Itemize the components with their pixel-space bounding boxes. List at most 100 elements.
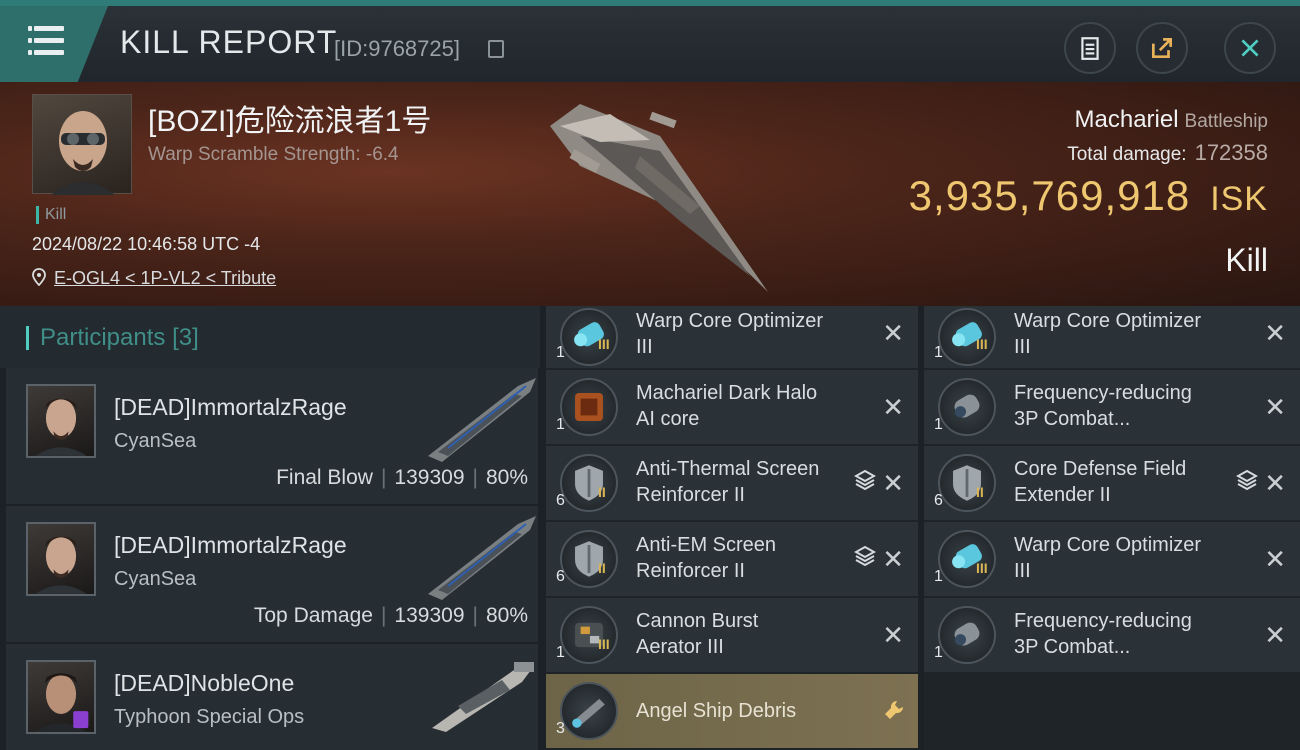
x-icon[interactable]: ✕ — [1264, 318, 1286, 349]
x-icon[interactable]: ✕ — [1264, 544, 1286, 575]
layers-icon[interactable] — [1236, 468, 1258, 492]
participant-row[interactable]: [DEAD]ImmortalzRage CyanSea Final Blow | 1… — [6, 368, 538, 504]
x-icon[interactable]: ✕ — [1264, 468, 1286, 499]
combat-module-icon — [938, 378, 996, 436]
total-damage-label: Total damage: — [1067, 144, 1187, 165]
participant-stats: Final Blow | 139309 | 80% — [276, 466, 528, 489]
x-icon[interactable]: ✕ — [882, 318, 904, 349]
participants-count: [3] — [172, 324, 199, 351]
x-icon[interactable]: ✕ — [1264, 620, 1286, 651]
module-name: Frequency-reducing 3P Combat... — [1014, 382, 1192, 430]
clipboard-button[interactable] — [1064, 22, 1116, 74]
victim-ship: Machariel Battleship — [1075, 106, 1269, 134]
isk-amount: 3,935,769,918 — [908, 172, 1191, 219]
participant-row[interactable]: [DEAD]NobleOne Typhoon Special Ops — [6, 644, 538, 750]
total-damage-value: 172358 — [1194, 140, 1268, 165]
menu-button[interactable] — [0, 6, 108, 82]
participant-corp: Typhoon Special Ops — [114, 706, 305, 728]
ai-core-icon — [560, 378, 618, 436]
participant-ship-icon — [432, 662, 534, 732]
module-item[interactable]: 1 III Cannon Burst Aerator III ✕ — [546, 598, 918, 674]
kill-datetime: 2024/08/22 10:46:58 UTC -4 — [32, 234, 261, 254]
accent-bar — [26, 326, 29, 350]
victim-name: [BOZI]危险流浪者1号 — [148, 105, 432, 138]
participant-avatar[interactable] — [26, 660, 96, 734]
x-icon[interactable]: ✕ — [882, 392, 904, 423]
participant-role: Top Damage — [253, 604, 373, 627]
module-item[interactable]: 6 II Anti-Thermal Screen Reinforcer II ✕ — [546, 446, 918, 522]
combat-module-icon — [938, 606, 996, 664]
participant-corp: CyanSea — [114, 568, 197, 590]
module-item[interactable]: 1 Frequency-reducing 3P Combat... ✕ — [924, 370, 1300, 446]
ship-class: Battleship — [1184, 111, 1268, 132]
x-icon[interactable]: ✕ — [882, 544, 904, 575]
empty-slot — [924, 672, 1300, 750]
participant-ship-icon — [428, 516, 536, 600]
layers-icon[interactable] — [854, 544, 876, 568]
participant-avatar[interactable] — [26, 522, 96, 596]
module-name: Warp Core Optimizer III — [1014, 310, 1202, 358]
participant-stats: Top Damage | 139309 | 80% — [253, 604, 528, 627]
share-button[interactable] — [1136, 22, 1188, 74]
share-icon — [1151, 37, 1173, 59]
x-icon[interactable]: ✕ — [1264, 392, 1286, 423]
debris-icon — [560, 682, 618, 740]
module-item[interactable]: 6 II Anti-EM Screen Reinforcer II ✕ — [546, 522, 918, 598]
module-item[interactable]: 1 III Warp Core Optimizer III ✕ — [924, 306, 1300, 370]
x-icon[interactable]: ✕ — [882, 620, 904, 651]
warp-core-optimizer-icon — [938, 530, 996, 588]
module-item[interactable]: 1 III Warp Core Optimizer III ✕ — [924, 522, 1300, 598]
wrench-icon[interactable] — [882, 698, 906, 722]
participant-name: [DEAD]ImmortalzRage — [114, 394, 347, 420]
ship-render — [550, 104, 768, 292]
participant-percent: 80% — [485, 604, 528, 627]
participants-header: Participants [3] — [0, 306, 540, 368]
isk-value: 3,935,769,918 ISK — [909, 172, 1268, 220]
module-item[interactable]: 1 III Warp Core Optimizer III ✕ — [546, 306, 918, 370]
participant-damage: 139309 — [394, 466, 465, 489]
total-damage: Total damage: 172358 — [1067, 140, 1268, 166]
isk-unit: ISK — [1210, 180, 1268, 218]
clipboard-icon — [1081, 37, 1099, 60]
kill-tag: Kill — [36, 206, 66, 224]
top-bar: KILL REPORT [ID:9768725] — [0, 0, 1300, 82]
close-button[interactable] — [1224, 22, 1276, 74]
module-item-debris[interactable]: 3 Angel Ship Debris — [546, 674, 918, 750]
kill-report-screen: KILL REPORT [ID:9768725] [BOZI]危险流浪者1号 W… — [0, 0, 1300, 750]
shield-module-icon — [938, 454, 996, 512]
victim-banner: [BOZI]危险流浪者1号 Warp Scramble Strength: -6… — [0, 82, 1300, 306]
participant-ship-icon — [428, 378, 536, 462]
x-icon[interactable]: ✕ — [882, 468, 904, 499]
module-name: Core Defense Field Extender II — [1014, 458, 1187, 506]
module-item[interactable]: 1 Machariel Dark Halo AI core ✕ — [546, 370, 918, 446]
participant-corp: CyanSea — [114, 430, 197, 452]
participant-name: [DEAD]NobleOne — [114, 670, 295, 696]
copy-icon[interactable] — [488, 40, 504, 58]
participant-damage: 139309 — [394, 604, 465, 627]
module-item[interactable]: 6 II Core Defense Field Extender II ✕ — [924, 446, 1300, 522]
ship-name: Machariel — [1074, 106, 1179, 133]
report-id: [ID:9768725] — [334, 36, 460, 61]
warp-scramble-strength: Warp Scramble Strength: -6.4 — [148, 144, 399, 165]
shield-module-icon — [560, 530, 618, 588]
location-pin-icon — [32, 268, 46, 286]
aerator-icon — [560, 606, 618, 664]
module-item[interactable]: 1 Frequency-reducing 3P Combat... ✕ — [924, 598, 1300, 674]
participant-name: [DEAD]ImmortalzRage — [114, 532, 347, 558]
layers-icon[interactable] — [854, 468, 876, 492]
participant-percent: 80% — [485, 466, 528, 489]
victim-avatar[interactable] — [32, 94, 132, 195]
participant-row[interactable]: [DEAD]ImmortalzRage CyanSea Top Damage | 1… — [6, 506, 538, 642]
module-name: Machariel Dark Halo AI core — [636, 382, 818, 430]
module-name: Frequency-reducing 3P Combat... — [1014, 610, 1192, 658]
report-result: Kill — [1225, 242, 1268, 278]
participants-label: Participants — [40, 324, 166, 351]
module-name: Angel Ship Debris — [636, 700, 797, 722]
module-name: Warp Core Optimizer III — [1014, 534, 1202, 582]
hamburger-icon — [28, 26, 64, 56]
module-name: Anti-Thermal Screen Reinforcer II — [636, 458, 820, 506]
participant-avatar[interactable] — [26, 384, 96, 458]
location-link[interactable]: E-OGL4 < 1P-VL2 < Tribute — [54, 268, 276, 289]
module-name: Warp Core Optimizer III — [636, 310, 824, 358]
module-name: Anti-EM Screen Reinforcer II — [636, 534, 777, 582]
